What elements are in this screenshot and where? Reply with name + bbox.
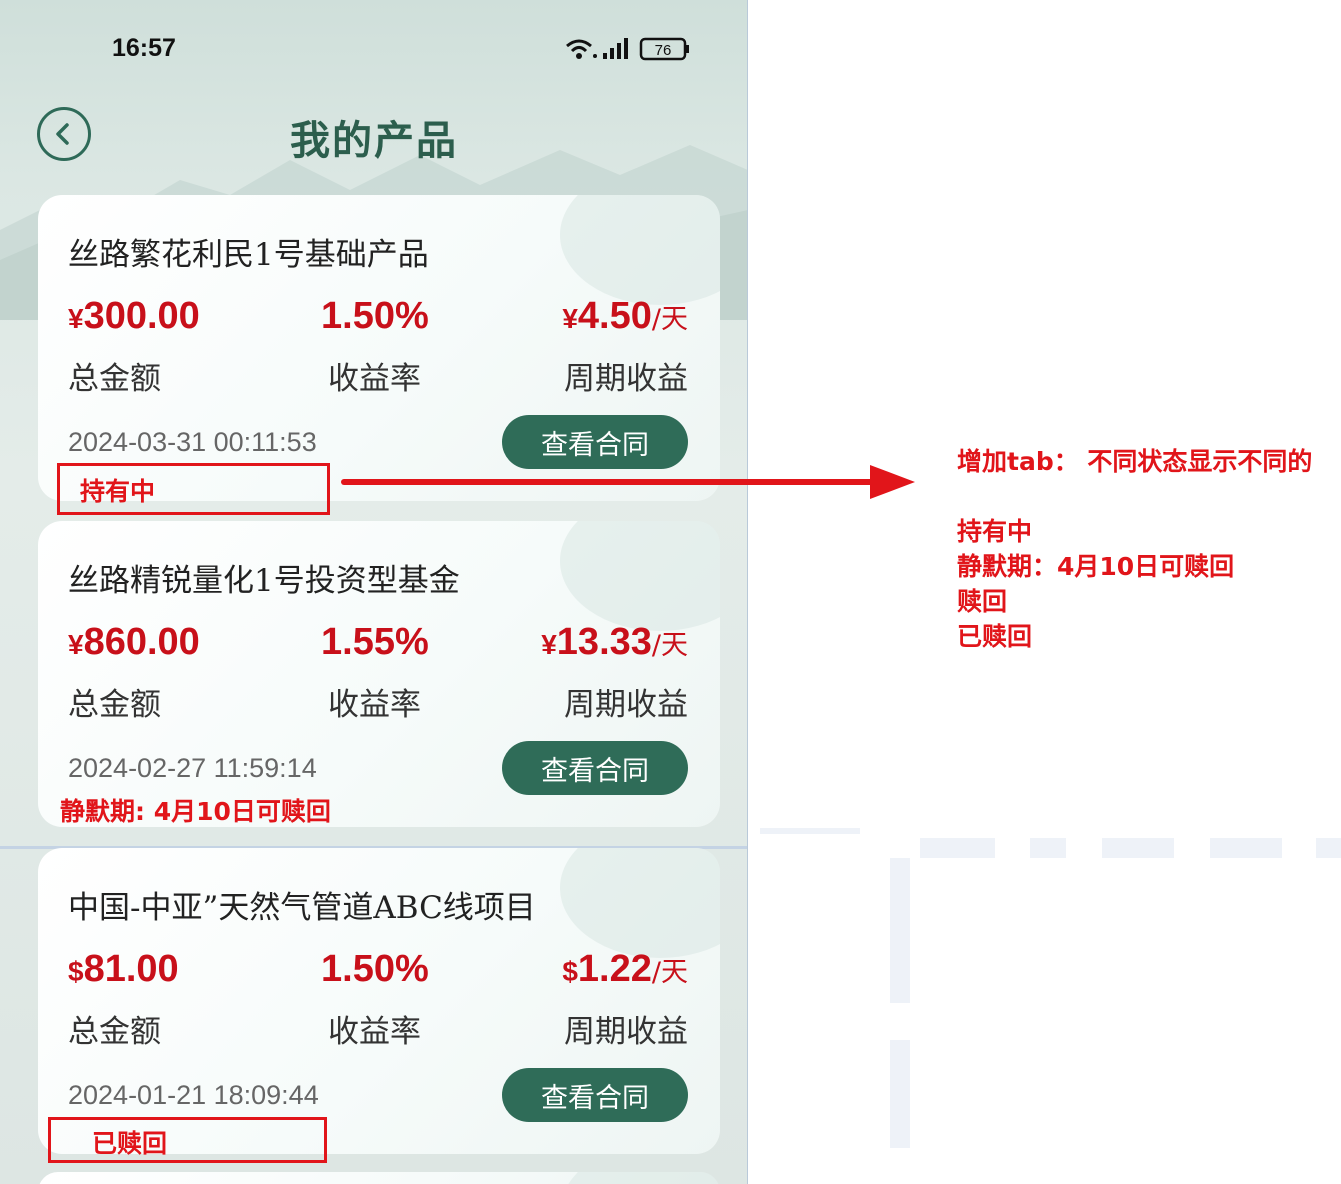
product-title: 丝路精锐量化1号投资型基金 bbox=[68, 563, 460, 599]
total-amount-label: 总金额 bbox=[68, 361, 161, 397]
total-amount-label: 总金额 bbox=[68, 1014, 161, 1050]
status-tag: 已赎回 bbox=[92, 1129, 168, 1158]
product-card[interactable]: 中国-中亚”天然气管道ABC线项目 $81.00 1.50% $1.22/天 总… bbox=[38, 848, 720, 1154]
period-income: ¥13.33/天 bbox=[541, 621, 688, 663]
total-amount-label: 总金额 bbox=[68, 687, 161, 723]
product-title: 丝路繁花利民1号基础产品 bbox=[68, 237, 429, 273]
total-amount: $81.00 bbox=[68, 948, 179, 990]
annotation-state: 持有中 bbox=[957, 517, 1033, 546]
view-contract-button[interactable]: 查看合同 bbox=[502, 415, 688, 469]
yield-rate-label: 收益率 bbox=[328, 1014, 421, 1050]
decorative-dashes bbox=[760, 828, 1341, 1148]
yield-rate-label: 收益率 bbox=[328, 687, 421, 723]
battery-icon: 76 bbox=[639, 37, 689, 61]
annotation-state: 赎回 bbox=[957, 587, 1008, 616]
annotation-heading: 增加tab： 不同状态显示不同的 bbox=[957, 447, 1313, 476]
period-income-label: 周期收益 bbox=[564, 1014, 688, 1050]
view-contract-button[interactable]: 查看合同 bbox=[502, 741, 688, 795]
annotation-state: 静默期：4月10日可赎回 bbox=[957, 552, 1235, 581]
product-title: 中国-中亚”天然气管道ABC线项目 bbox=[68, 890, 536, 926]
period-income: $1.22/天 bbox=[562, 948, 688, 990]
product-card[interactable]: 丝路精锐量化1号投资型基金 ¥860.00 1.55% ¥13.33/天 总金额… bbox=[38, 521, 720, 827]
purchase-date: 2024-03-31 00:11:53 bbox=[68, 427, 317, 457]
yield-rate: 1.50% bbox=[321, 295, 429, 337]
page-title: 我的产品 bbox=[290, 117, 458, 164]
period-income-label: 周期收益 bbox=[564, 687, 688, 723]
signal-icon bbox=[603, 38, 628, 59]
phone-screenshot: 16:57 76 我的产品 丝路繁花利民1号基础产品 ¥300.00 1.50% bbox=[0, 0, 748, 1184]
product-card[interactable]: 丝路繁花利民1号基础产品 ¥300.00 1.50% ¥4.50/天 总金额 收… bbox=[38, 195, 720, 501]
total-amount: ¥300.00 bbox=[68, 295, 200, 337]
battery-level: 76 bbox=[655, 42, 672, 59]
total-amount: ¥860.00 bbox=[68, 621, 200, 663]
status-time: 16:57 bbox=[112, 34, 176, 62]
status-tag: 持有中 bbox=[80, 477, 156, 506]
view-contract-button[interactable]: 查看合同 bbox=[502, 1068, 688, 1122]
annotation-state: 已赎回 bbox=[957, 622, 1033, 651]
purchase-date: 2024-02-27 11:59:14 bbox=[68, 753, 317, 783]
product-card-partial bbox=[38, 1172, 720, 1184]
yield-rate-label: 收益率 bbox=[328, 361, 421, 397]
status-highlight-box bbox=[48, 1117, 327, 1163]
status-tag: 静默期: 4月10日可赎回 bbox=[60, 797, 331, 826]
yield-rate: 1.55% bbox=[321, 621, 429, 663]
period-income-label: 周期收益 bbox=[564, 361, 688, 397]
period-income: ¥4.50/天 bbox=[562, 295, 688, 337]
status-icons: 76 bbox=[566, 37, 689, 61]
wifi-icon bbox=[566, 39, 597, 59]
yield-rate: 1.50% bbox=[321, 948, 429, 990]
purchase-date: 2024-01-21 18:09:44 bbox=[68, 1080, 319, 1110]
